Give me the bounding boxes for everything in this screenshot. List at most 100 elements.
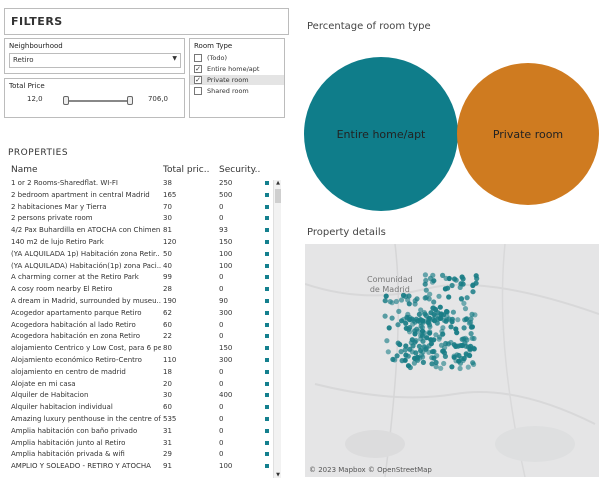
- map-marker[interactable]: [440, 348, 446, 354]
- map-marker[interactable]: [461, 300, 467, 306]
- map-marker[interactable]: [403, 343, 409, 349]
- map-marker[interactable]: [440, 331, 446, 337]
- map-marker[interactable]: [462, 340, 468, 346]
- map-marker[interactable]: [417, 319, 424, 325]
- table-row[interactable]: Alquiler de Habitacion 30 400: [0, 390, 300, 400]
- map-marker[interactable]: [442, 286, 448, 292]
- table-row[interactable]: A dream in Madrid, surrounded by museu..…: [0, 296, 300, 306]
- map-marker[interactable]: [458, 281, 464, 287]
- table-row[interactable]: 2 bedroom apartment in central Madrid 165…: [0, 190, 300, 200]
- neighbourhood-dropdown[interactable]: Retiro ▼: [9, 53, 181, 68]
- map-marker[interactable]: [440, 272, 446, 278]
- column-header-security[interactable]: Security..: [219, 165, 260, 175]
- map-marker[interactable]: [405, 311, 411, 317]
- map-marker[interactable]: [384, 338, 390, 344]
- map-marker[interactable]: [444, 317, 450, 323]
- map-marker[interactable]: [432, 306, 439, 313]
- map-marker[interactable]: [468, 331, 474, 337]
- map-marker[interactable]: [403, 320, 409, 326]
- map-marker[interactable]: [396, 308, 402, 314]
- price-slider-track[interactable]: [65, 100, 131, 102]
- table-row[interactable]: Acogedora habitación en zona Retiro 22 0: [0, 331, 300, 341]
- map-marker[interactable]: [412, 301, 418, 307]
- table-row[interactable]: Alojate en mi casa 20 0: [0, 379, 300, 389]
- map-marker[interactable]: [414, 296, 420, 302]
- map-marker[interactable]: [434, 320, 440, 326]
- map-marker[interactable]: [448, 324, 454, 330]
- map-marker[interactable]: [418, 347, 424, 354]
- map-marker[interactable]: [443, 340, 449, 347]
- map-marker[interactable]: [395, 322, 401, 328]
- price-slider-max-handle[interactable]: [127, 96, 133, 105]
- map-marker[interactable]: [409, 337, 415, 343]
- map-marker[interactable]: [424, 335, 430, 341]
- map-marker[interactable]: [422, 295, 428, 301]
- map-marker[interactable]: [416, 311, 422, 317]
- map-marker[interactable]: [415, 328, 421, 334]
- table-row[interactable]: Amplia habitación junto al Retiro 31 0: [0, 438, 300, 448]
- map-marker[interactable]: [469, 324, 475, 330]
- table-row[interactable]: (YA ALQUILADA 1p) Habitación zona Retir.…: [0, 249, 300, 259]
- table-row[interactable]: (YA ALQUILADA) Habitación(1p) zona Paci.…: [0, 261, 300, 271]
- table-row[interactable]: A charming corner at the Retiro Park 99 0: [0, 272, 300, 282]
- table-row[interactable]: Amazing luxury penthouse in the centre o…: [0, 414, 300, 424]
- map-marker[interactable]: [398, 297, 405, 303]
- map-marker[interactable]: [422, 272, 428, 278]
- map-marker[interactable]: [395, 340, 401, 346]
- map-marker[interactable]: [462, 317, 468, 323]
- map-marker[interactable]: [398, 349, 404, 355]
- map-marker[interactable]: [446, 294, 452, 300]
- map-marker[interactable]: [474, 275, 480, 282]
- map-marker[interactable]: [426, 319, 432, 325]
- bubble-entire-home[interactable]: Entire home/apt: [304, 57, 458, 211]
- map-marker[interactable]: [385, 349, 391, 355]
- table-row[interactable]: Amplia habitación con baño privado 31 0: [0, 426, 300, 436]
- table-row[interactable]: A cosy room nearby El Retiro 28 0: [0, 284, 300, 294]
- map-marker[interactable]: [428, 310, 434, 316]
- dropdown-arrow-icon[interactable]: ▼: [172, 55, 177, 62]
- map-marker[interactable]: [399, 358, 405, 364]
- map-marker[interactable]: [393, 298, 399, 305]
- map-marker[interactable]: [471, 361, 477, 367]
- map-marker[interactable]: [458, 296, 465, 302]
- map-marker[interactable]: [457, 365, 463, 372]
- map-marker[interactable]: [449, 282, 455, 289]
- checkbox-checked-icon[interactable]: ✓: [194, 65, 202, 73]
- map-marker[interactable]: [429, 355, 435, 361]
- map-marker[interactable]: [407, 325, 413, 331]
- map-marker[interactable]: [431, 278, 437, 284]
- table-row[interactable]: Amplia habitación privada & wifi 29 0: [0, 449, 300, 459]
- table-row[interactable]: 2 habitaciones Mar y Tierra 70 0: [0, 202, 300, 212]
- map-marker[interactable]: [386, 325, 392, 331]
- map-marker[interactable]: [465, 364, 471, 370]
- map-marker[interactable]: [468, 343, 474, 349]
- map-marker[interactable]: [433, 332, 439, 338]
- map-marker[interactable]: [437, 304, 443, 310]
- scroll-up-icon[interactable]: ▲: [274, 180, 282, 186]
- checkbox-checked-icon[interactable]: ✓: [194, 76, 202, 84]
- map-marker[interactable]: [449, 319, 455, 325]
- map-marker[interactable]: [421, 309, 427, 316]
- scroll-down-icon[interactable]: ▼: [274, 472, 282, 478]
- map-marker[interactable]: [382, 313, 388, 319]
- map-marker[interactable]: [469, 335, 475, 341]
- map-marker[interactable]: [462, 306, 469, 312]
- property-map[interactable]: Comunidad de Madrid © 2023 Mapbox © OpenS…: [305, 244, 599, 477]
- table-row[interactable]: 4/2 Pax Buhardilla en ATOCHA con Chimen.…: [0, 225, 300, 235]
- map-marker[interactable]: [390, 356, 396, 362]
- map-marker[interactable]: [441, 360, 447, 367]
- map-marker[interactable]: [406, 301, 412, 307]
- map-marker[interactable]: [387, 299, 393, 305]
- map-marker[interactable]: [407, 364, 413, 371]
- room-type-option-private-room[interactable]: ✓ Private room: [190, 75, 284, 85]
- map-marker[interactable]: [440, 325, 446, 331]
- table-row[interactable]: 2 persons private room 30 0: [0, 213, 300, 223]
- map-marker[interactable]: [459, 274, 465, 280]
- map-marker[interactable]: [442, 353, 448, 359]
- map-marker[interactable]: [430, 272, 436, 278]
- map-marker[interactable]: [438, 365, 444, 371]
- table-row[interactable]: AMPLIO Y SOLEADO - RETIRO Y ATOCHA 91 100: [0, 461, 300, 471]
- map-marker[interactable]: [420, 359, 426, 365]
- map-marker[interactable]: [468, 319, 474, 325]
- table-row[interactable]: alojamiento Centrico y Low Cost, para 6 …: [0, 343, 300, 353]
